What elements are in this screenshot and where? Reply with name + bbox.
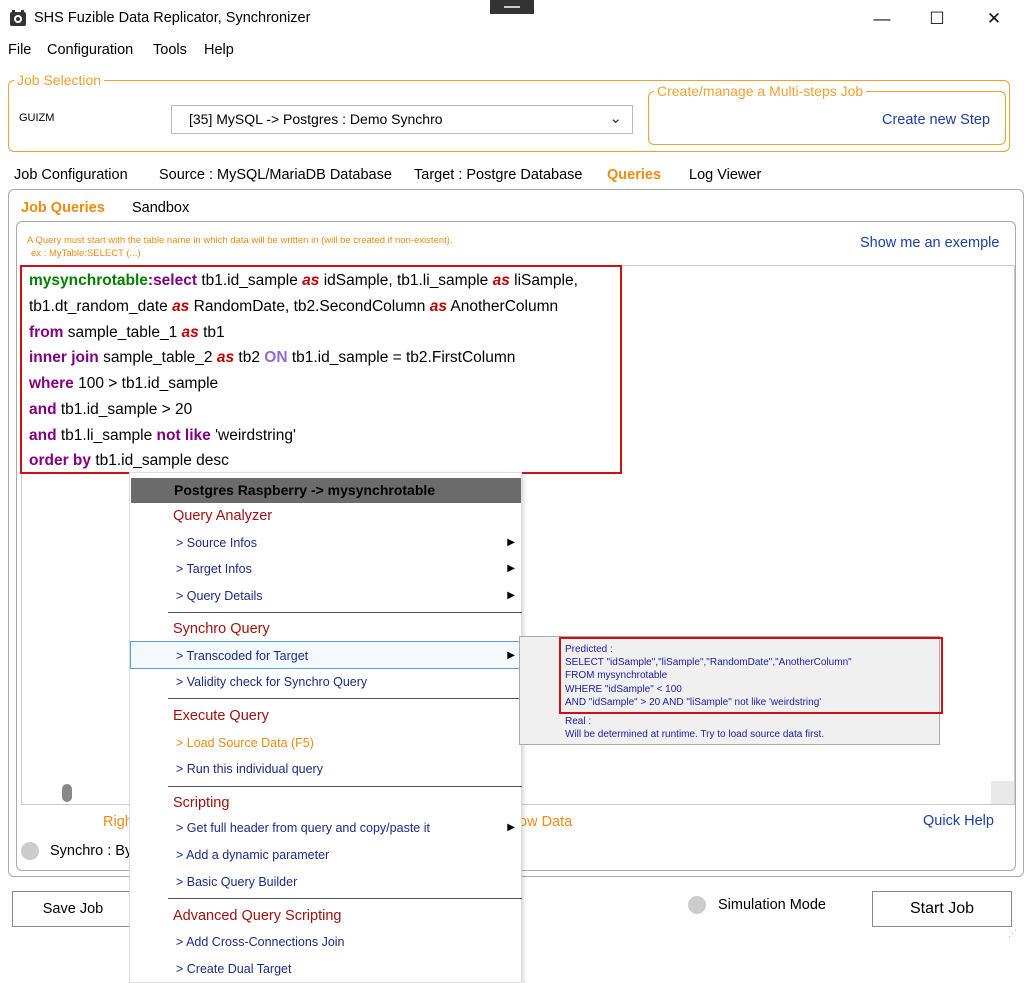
menu-tools[interactable]: Tools	[153, 42, 187, 58]
code-line-6: and tb1.id_sample > 20	[29, 401, 193, 418]
scrollbar-corner	[991, 781, 1014, 804]
job-selection-legend: Job Selection	[14, 72, 105, 88]
menu-help[interactable]: Help	[204, 42, 234, 58]
menu-item-query-builder[interactable]: > Basic Query Builder	[176, 875, 297, 889]
tab-log-viewer[interactable]: Log Viewer	[689, 167, 761, 183]
query-hint-example: ex : MyTable:SELECT (...)	[31, 248, 141, 259]
menu-item-load-source-data[interactable]: > Load Source Data (F5)	[176, 736, 314, 750]
multi-steps-legend: Create/manage a Multi-steps Job	[654, 83, 867, 99]
menu-item-source-infos[interactable]: > Source Infos	[176, 536, 257, 550]
job-select-value: [35] MySQL -> Postgres : Demo Synchro	[189, 111, 443, 127]
close-button[interactable]: ✕	[983, 8, 1005, 30]
menu-item-transcoded[interactable]: > Transcoded for Target	[176, 649, 308, 663]
menu-separator	[168, 612, 522, 613]
tab-source[interactable]: Source : MySQL/MariaDB Database	[159, 167, 392, 183]
context-menu-header: Postgres Raspberry -> mysynchrotable	[131, 478, 521, 503]
menu-item-full-header[interactable]: > Get full header from query and copy/pa…	[176, 821, 430, 835]
tooltip-real-label: Real :	[565, 716, 592, 727]
save-job-button[interactable]: Save Job	[12, 891, 134, 927]
synchro-radio[interactable]	[21, 842, 39, 860]
window-title: SHS Fuzible Data Replicator, Synchronize…	[34, 10, 311, 26]
menu-item-cross-connections-join[interactable]: > Add Cross-Connections Join	[176, 935, 345, 949]
quick-help-link[interactable]: Quick Help	[923, 813, 994, 829]
job-select-dropdown[interactable]: [35] MySQL -> Postgres : Demo Synchro ⌄	[171, 105, 633, 134]
maximize-button[interactable]: ☐	[926, 8, 948, 30]
section-query-analyzer: Query Analyzer	[173, 508, 273, 524]
code-line-8: order by tb1.id_sample desc	[29, 452, 229, 469]
start-job-button[interactable]: Start Job	[872, 891, 1012, 927]
code-line-1: mysynchrotable:select tb1.id_sample as i…	[29, 272, 578, 289]
menu-item-dual-target[interactable]: > Create Dual Target	[176, 962, 291, 976]
code-line-5: where 100 > tb1.id_sample	[29, 375, 219, 392]
menu-item-run-query[interactable]: > Run this individual query	[176, 762, 323, 776]
horizontal-scrollbar-thumb[interactable]	[62, 784, 72, 802]
menu-item-query-details[interactable]: > Query Details	[176, 589, 263, 603]
tab-job-queries[interactable]: Job Queries	[21, 200, 105, 216]
context-menu: Postgres Raspberry -> mysynchrotable Que…	[129, 472, 522, 983]
query-text-highlight[interactable]: mysynchrotable:select tb1.id_sample as i…	[20, 265, 622, 474]
menu-separator	[168, 898, 522, 899]
submenu-arrow-icon: ▶	[507, 563, 515, 574]
minimize-button[interactable]: —	[871, 8, 893, 30]
menu-item-target-infos[interactable]: > Target Infos	[176, 562, 252, 576]
menu-separator	[168, 786, 522, 787]
menu-configuration[interactable]: Configuration	[47, 42, 133, 58]
tab-job-configuration[interactable]: Job Configuration	[14, 167, 128, 183]
submenu-arrow-icon: ▶	[507, 590, 515, 601]
tab-queries[interactable]: Queries	[607, 167, 661, 183]
code-line-4: inner join sample_table_2 as tb2 ON tb1.…	[29, 349, 516, 366]
synchro-label: Synchro : By	[50, 843, 133, 859]
tab-target[interactable]: Target : Postgre Database	[414, 167, 582, 183]
submenu-arrow-icon: ▶	[507, 650, 515, 661]
show-data-fragment: ow Data	[519, 814, 573, 830]
submenu-arrow-icon: ▶	[507, 537, 515, 548]
menu-separator	[168, 698, 522, 699]
show-example-link[interactable]: Show me an exemple	[860, 235, 999, 251]
predicted-query-highlight	[559, 637, 943, 714]
submenu-arrow-icon: ▶	[507, 822, 515, 833]
tooltip-real-text: Will be determined at runtime. Try to lo…	[565, 729, 824, 740]
resize-grip-icon[interactable]: ⋰	[1008, 928, 1017, 939]
app-icon	[8, 9, 28, 29]
menu-file[interactable]: File	[8, 42, 31, 58]
snap-grip[interactable]	[490, 0, 534, 14]
chevron-down-icon: ⌄	[609, 110, 622, 127]
code-line-3: from sample_table_1 as tb1	[29, 324, 225, 341]
code-line-7: and tb1.li_sample not like 'weirdstring'	[29, 427, 296, 444]
section-synchro-query: Synchro Query	[173, 621, 270, 637]
menu-item-dynamic-parameter[interactable]: > Add a dynamic parameter	[176, 848, 329, 862]
section-advanced-scripting: Advanced Query Scripting	[173, 908, 342, 924]
section-execute-query: Execute Query	[173, 708, 269, 724]
section-scripting: Scripting	[173, 795, 230, 811]
menu-item-validity-check[interactable]: > Validity check for Synchro Query	[176, 675, 367, 689]
user-label: GUIZM	[19, 112, 55, 124]
tab-sandbox[interactable]: Sandbox	[132, 200, 189, 216]
simulation-mode-radio[interactable]	[688, 896, 706, 914]
query-hint: A Query must start with the table name i…	[27, 235, 453, 246]
code-line-2: tb1.dt_random_date as RandomDate, tb2.Se…	[29, 298, 559, 315]
create-new-step-button[interactable]: Create new Step	[882, 112, 990, 128]
simulation-mode-label: Simulation Mode	[718, 897, 826, 913]
